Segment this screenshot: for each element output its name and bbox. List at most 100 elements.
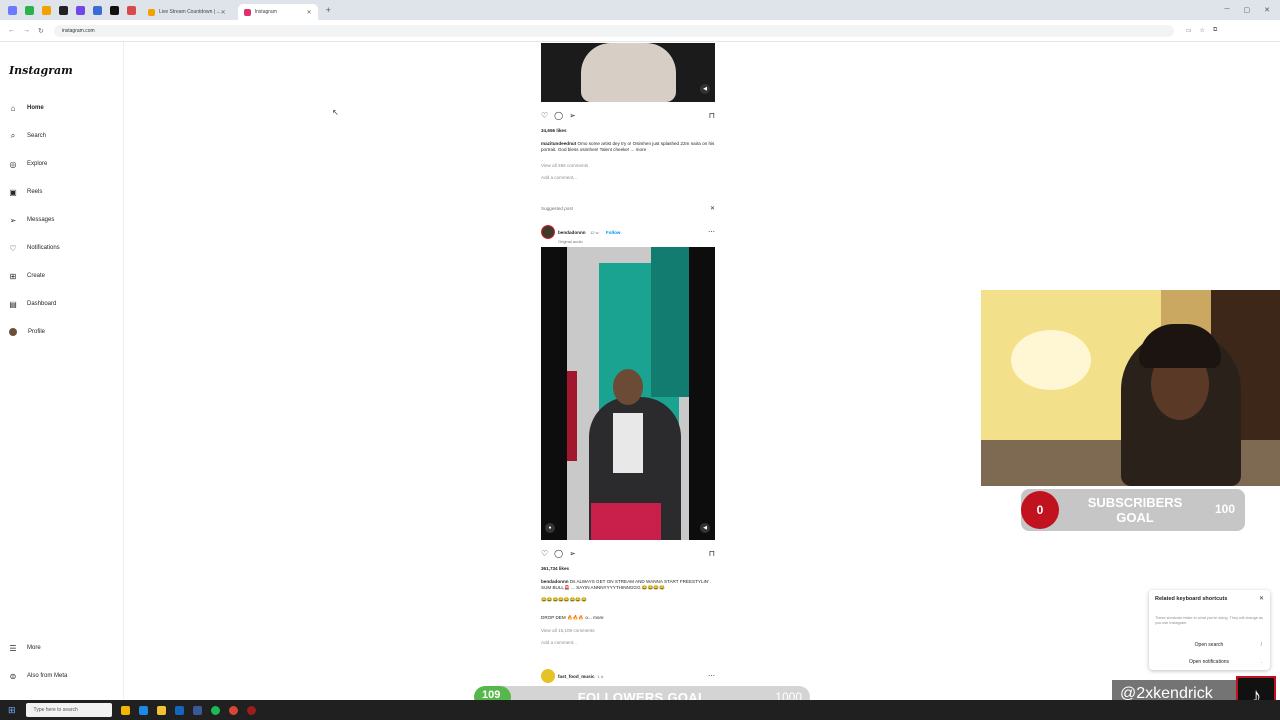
user-tag-icon[interactable]: ● <box>545 523 555 533</box>
more-options-icon[interactable]: ⋯ <box>708 672 715 680</box>
taskbar-app-icon[interactable] <box>228 705 238 715</box>
post-likes[interactable]: 361,734 likes <box>541 566 715 572</box>
taskbar-app-icon[interactable] <box>210 705 220 715</box>
back-icon[interactable]: ← <box>8 27 15 34</box>
sidebar-item-create[interactable]: ⊞ Create <box>8 269 45 283</box>
shortcut-label: Open notifications <box>1188 659 1230 665</box>
view-comments-link[interactable]: View all 15,109 comments <box>541 628 715 634</box>
more-options-icon[interactable]: ⋯ <box>708 228 715 236</box>
sidebar-item-notifications[interactable]: ♡ Notifications <box>8 241 60 255</box>
add-comment-input[interactable]: Add a comment... <box>541 175 715 181</box>
avatar[interactable] <box>541 225 555 239</box>
sidebar-item-label: Profile <box>28 329 46 335</box>
taskbar-search-input[interactable]: Type here to search <box>25 703 112 717</box>
close-icon[interactable]: ✕ <box>221 9 226 16</box>
tab-favicon[interactable] <box>127 5 136 15</box>
instagram-logo[interactable]: Instagram <box>9 64 73 77</box>
tab-favicon[interactable] <box>8 5 17 15</box>
panel-description: These shortcuts relate to what you're do… <box>1155 616 1263 625</box>
more-link[interactable]: more <box>636 147 646 152</box>
tab-favicon[interactable] <box>42 5 51 15</box>
more-link[interactable]: more <box>593 615 603 620</box>
shortcut-open-notifications[interactable]: Open notifications <box>1155 659 1263 665</box>
url-text: instagram.com <box>61 27 95 34</box>
cast-icon[interactable]: ▭ <box>1186 27 1192 34</box>
sidebar-item-label: Create <box>27 273 46 279</box>
tab-live-stream-countdown[interactable]: Live Stream Countdown | ... ✕ <box>142 4 232 20</box>
author-name[interactable]: bendadonnn <box>558 230 586 235</box>
caption-author[interactable]: bendadonnn <box>541 579 569 584</box>
share-icon[interactable]: ➢ <box>569 549 576 558</box>
sidebar-item-more[interactable]: ☰ More <box>8 641 40 655</box>
sidebar-item-label: Notifications <box>27 245 60 251</box>
bookmark-star-icon[interactable]: ☆ <box>1200 27 1205 34</box>
heart-icon: ♡ <box>9 243 17 253</box>
sidebar-item-label: Also from Meta <box>27 673 68 679</box>
tab-favicon <box>148 8 155 16</box>
tab-favicon[interactable] <box>59 5 68 15</box>
mute-icon[interactable]: ◀ <box>700 523 710 533</box>
sidebar-item-label: Messages <box>27 217 55 223</box>
taskbar-app-icon[interactable] <box>192 705 202 715</box>
tab-instagram[interactable]: Instagram ✕ <box>237 4 318 20</box>
tab-favicon[interactable] <box>76 5 85 15</box>
suggested-post-header: Suggested post ✕ <box>541 205 715 212</box>
sidebar-item-messages[interactable]: ➢ Messages <box>8 213 55 227</box>
meta-icon: ⊜ <box>9 671 17 681</box>
shortcut-key: . <box>1260 659 1262 665</box>
avatar[interactable] <box>541 669 555 683</box>
sidebar-item-profile[interactable]: Profile <box>8 325 45 339</box>
post-video[interactable]: ● ◀ <box>541 247 715 540</box>
sidebar-item-reels[interactable]: ▣ Reels <box>8 185 42 199</box>
share-icon[interactable]: ➢ <box>569 111 576 120</box>
windows-start-icon[interactable]: ⊞ <box>8 705 16 716</box>
follow-button[interactable]: Follow <box>606 230 621 235</box>
sidebar-item-home[interactable]: ⌂ Home <box>8 101 44 115</box>
tab-label: Live Stream Countdown | ... <box>159 9 221 15</box>
tab-favicon[interactable] <box>25 5 34 15</box>
caption-author[interactable]: mazitundeednut <box>541 141 576 146</box>
mute-icon[interactable]: ◀ <box>700 84 710 94</box>
panel-title: Related keyboard shortcuts <box>1155 596 1228 602</box>
extensions-icon[interactable]: ⧉ <box>1213 27 1217 34</box>
close-icon[interactable]: ✕ <box>710 205 715 212</box>
comment-icon[interactable]: ◯ <box>554 111 563 120</box>
bookmark-icon[interactable]: ⊓ <box>709 549 715 558</box>
sidebar-item-label: Search <box>27 133 47 139</box>
sidebar-item-search[interactable]: ⌕ Search <box>8 129 46 143</box>
comment-icon[interactable]: ◯ <box>554 549 563 558</box>
like-icon[interactable]: ♡ <box>541 111 548 120</box>
like-icon[interactable]: ♡ <box>541 549 548 558</box>
close-icon[interactable]: ✕ <box>1259 595 1264 602</box>
taskbar-app-icon[interactable] <box>138 705 148 715</box>
taskbar-app-icon[interactable] <box>156 705 166 715</box>
sidebar-item-explore[interactable]: ◎ Explore <box>8 157 48 171</box>
bookmark-icon[interactable]: ⊓ <box>709 111 715 120</box>
sidebar-item-dashboard[interactable]: ▤ Dashboard <box>8 297 56 311</box>
sidebar-item-also-from-meta[interactable]: ⊜ Also from Meta <box>8 669 68 683</box>
audio-label[interactable]: Original audio <box>558 239 620 244</box>
forward-icon[interactable]: → <box>23 27 30 34</box>
post-time: 1 d <box>597 673 604 679</box>
author-name[interactable]: fast_food_music <box>558 674 595 679</box>
taskbar-app-icon[interactable] <box>120 705 130 715</box>
reload-icon[interactable]: ↻ <box>38 27 44 35</box>
post-image-content <box>581 43 676 102</box>
reels-icon: ▣ <box>9 187 17 197</box>
post-media[interactable]: ◀ <box>541 43 715 102</box>
tab-favicon[interactable] <box>110 5 119 15</box>
minimize-icon[interactable]: ─ <box>1225 6 1230 14</box>
shortcut-open-search[interactable]: Open search <box>1155 642 1263 648</box>
new-tab-button[interactable]: + <box>326 5 331 15</box>
subscribers-goal-target: 100 <box>1214 502 1235 516</box>
url-field[interactable]: instagram.com <box>53 24 1174 37</box>
taskbar-app-icon[interactable] <box>246 705 256 715</box>
add-comment-input[interactable]: Add a comment... <box>541 640 715 646</box>
tab-favicon[interactable] <box>93 5 102 15</box>
post-likes[interactable]: 34,656 likes <box>541 128 715 134</box>
close-window-icon[interactable]: ✕ <box>1264 6 1270 14</box>
maximize-icon[interactable]: ▢ <box>1244 6 1251 14</box>
taskbar-app-icon[interactable] <box>174 705 184 715</box>
view-comments-link[interactable]: View all 356 comments <box>541 163 715 169</box>
close-icon[interactable]: ✕ <box>307 9 312 16</box>
